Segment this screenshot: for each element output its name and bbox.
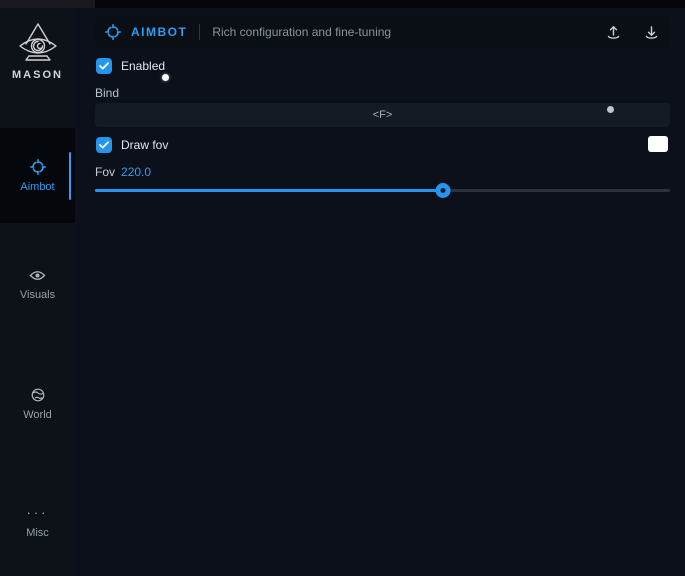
cursor-dot [162, 74, 169, 81]
bind-key-value: <F> [373, 109, 393, 121]
enabled-setting-row: Enabled [96, 58, 165, 74]
globe-icon [31, 387, 45, 403]
window-top-strip-left [0, 0, 95, 8]
page-title: AIMBOT [131, 25, 187, 39]
fov-value: 220.0 [121, 165, 151, 179]
app-logo-label: MASON [0, 69, 75, 81]
eye-icon [29, 267, 46, 283]
fov-label: Fov [95, 165, 115, 179]
sidebar-item-label: World [23, 409, 52, 421]
sidebar-item-world[interactable]: World [0, 380, 75, 428]
fov-slider-thumb[interactable] [435, 183, 450, 198]
fov-setting-row: Fov 220.0 [95, 165, 151, 179]
upload-config-button[interactable] [604, 23, 622, 41]
bind-label: Bind [95, 86, 119, 100]
fov-color-swatch[interactable] [648, 136, 668, 152]
download-config-button[interactable] [642, 23, 660, 41]
page-header: AIMBOT Rich configuration and fine-tunin… [95, 16, 670, 48]
enabled-checkbox[interactable] [96, 58, 112, 74]
draw-fov-setting-row: Draw fov [96, 137, 168, 153]
crosshair-icon [105, 24, 121, 40]
header-divider [199, 24, 200, 40]
upload-icon [610, 26, 616, 34]
draw-fov-checkbox[interactable] [96, 137, 112, 153]
sidebar-item-label: Visuals [20, 289, 55, 301]
eye-pyramid-logo-icon [0, 22, 75, 64]
sidebar-item-aimbot[interactable]: Aimbot [0, 128, 75, 223]
fov-slider-fill [95, 189, 443, 192]
header-actions [604, 23, 660, 41]
sidebar-item-visuals[interactable]: Visuals [0, 260, 75, 308]
check-icon [99, 141, 109, 149]
fov-slider[interactable] [95, 183, 670, 198]
sidebar-item-label: Misc [26, 527, 49, 539]
app-logo: MASON [0, 22, 75, 81]
ellipsis-icon: ··· [27, 505, 49, 521]
fov-slider-thumb-core [440, 188, 445, 193]
sidebar-item-label: Aimbot [20, 181, 54, 193]
crosshair-icon [30, 159, 46, 175]
page-subtitle: Rich configuration and fine-tuning [212, 25, 391, 39]
download-icon [648, 27, 654, 35]
sidebar: MASON Aimbot Visuals [0, 8, 75, 576]
bind-key-field[interactable]: <F> [95, 103, 670, 127]
mason-app-window: MASON Aimbot Visuals [0, 0, 685, 576]
draw-fov-label: Draw fov [121, 138, 168, 152]
enabled-label: Enabled [121, 59, 165, 73]
window-top-strip [0, 0, 685, 8]
sidebar-item-misc[interactable]: ··· Misc [0, 498, 75, 546]
active-tab-indicator [69, 152, 71, 200]
cursor-dot [607, 106, 614, 113]
check-icon [99, 62, 109, 70]
